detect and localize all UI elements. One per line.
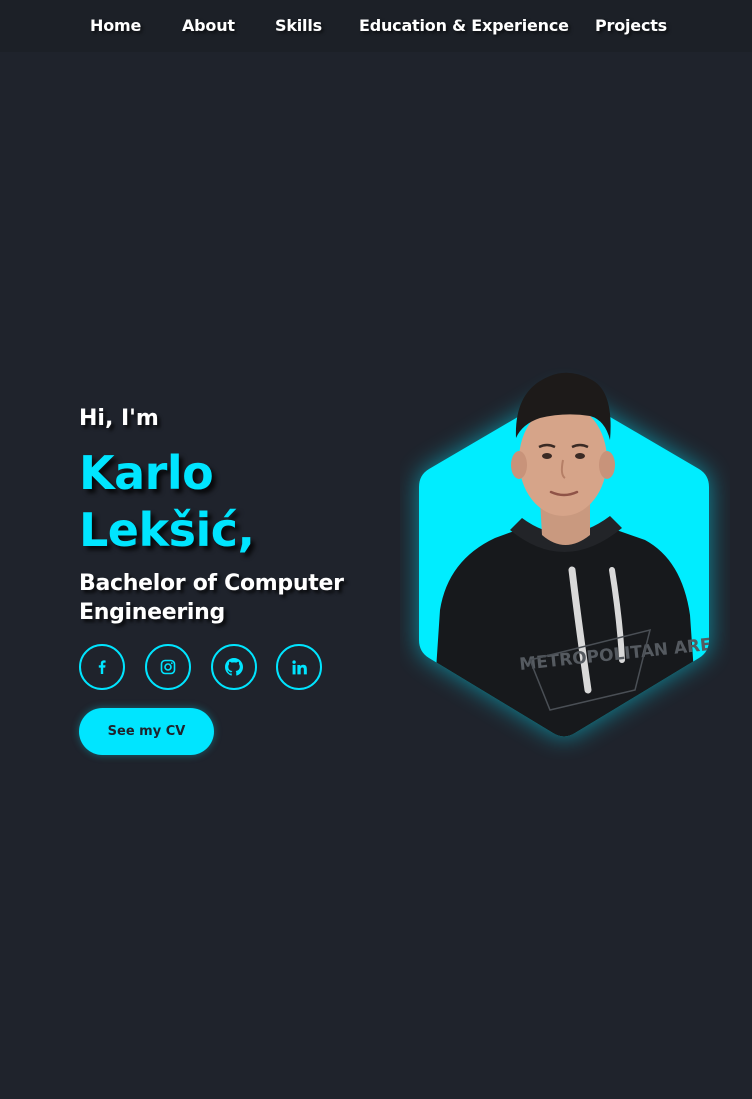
nav-link-home[interactable]: Home xyxy=(90,16,141,35)
nav-link-education-experience[interactable]: Education & Experience xyxy=(359,16,569,35)
instagram-icon xyxy=(160,659,176,675)
nav-link-skills[interactable]: Skills xyxy=(275,16,322,35)
github-link[interactable] xyxy=(211,644,257,690)
linkedin-link[interactable] xyxy=(276,644,322,690)
hero-name-first: Karlo xyxy=(79,446,214,500)
linkedin-icon xyxy=(291,659,307,674)
hero-degree-line-1: Bachelor of Computer xyxy=(79,571,344,596)
facebook-link[interactable] xyxy=(79,644,125,690)
hero-name-last: Lekšić, xyxy=(79,503,255,557)
hero-greeting: Hi, I'm xyxy=(79,406,159,431)
nav-link-about[interactable]: About xyxy=(182,16,235,35)
nav-link-projects[interactable]: Projects xyxy=(595,16,667,35)
hero-degree-line-2: Engineering xyxy=(79,600,225,625)
facebook-icon xyxy=(98,660,106,674)
github-icon xyxy=(225,658,243,676)
top-navbar: Home About Skills Education & Experience… xyxy=(0,0,752,52)
profile-photo: METROPOLITAN AREA xyxy=(400,360,730,760)
see-cv-button[interactable]: See my CV xyxy=(79,708,214,755)
instagram-link[interactable] xyxy=(145,644,191,690)
